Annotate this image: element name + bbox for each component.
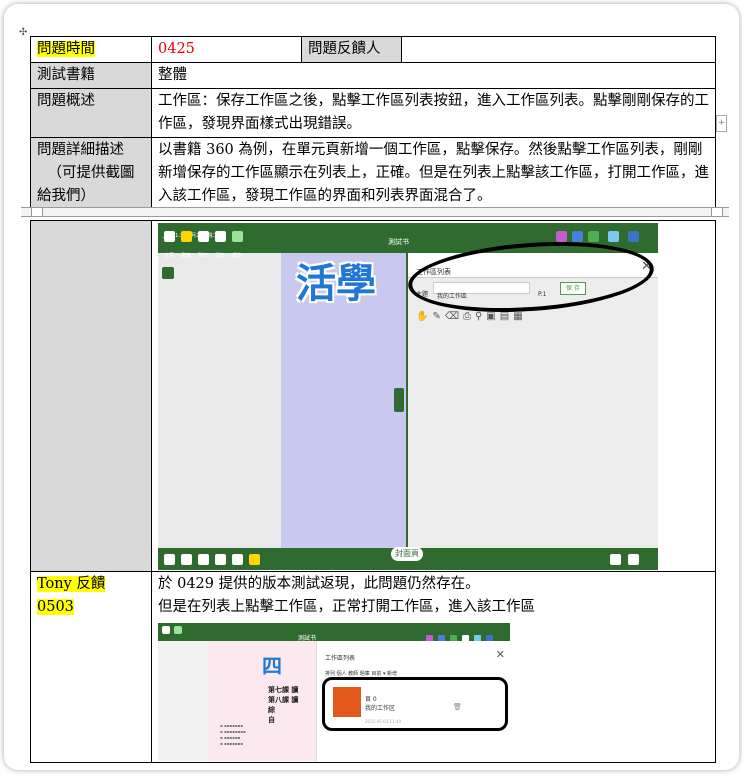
- table-row: 問題時間 0425 問題反饋人: [30, 36, 716, 63]
- link-icon: [198, 554, 209, 565]
- app-icon: [628, 231, 639, 242]
- workspace-thumbnail: [333, 687, 361, 717]
- table-move-handle-icon[interactable]: ✣: [19, 28, 27, 38]
- tool-label: 書籤: [181, 253, 192, 259]
- time-value-cell: 0425: [151, 36, 302, 63]
- detail-label-line: （可提供截圖: [47, 165, 135, 181]
- tool-label: 列印: [198, 253, 209, 259]
- lesson-line: 第七課 讀: [268, 686, 299, 694]
- summary-value: 工作區：保存工作區之後，點擊工作區列表按鈕，進入工作區列表。點擊剛剛保存的工作區…: [151, 88, 716, 138]
- print-icon: [198, 231, 209, 242]
- camera-icon: [215, 554, 226, 565]
- summary-label: 問題概述: [30, 88, 152, 138]
- tony-label-text: Tony 反饋: [37, 576, 106, 592]
- book-label: 測試書籍: [30, 62, 152, 89]
- split-handle[interactable]: [31, 207, 43, 217]
- workspace-date: 2022-05-03 11:44: [365, 719, 402, 724]
- menu-icon: [162, 267, 174, 279]
- tool-label: 報告: [232, 253, 243, 259]
- tony-label-line: Tony 反饋: [37, 573, 145, 596]
- lesson-line: 自: [268, 716, 275, 724]
- report-icon: [232, 231, 243, 242]
- table-row: 問題詳細描述 （可提供截圖 給我們） 以書籍 360 為例，在單元頁新增一個工作…: [30, 137, 716, 210]
- table-row: 上午11:32 4月26日週二 主頁 書籤 列印 記錄 報告 測試书: [30, 220, 716, 572]
- table-row: 測試書籍 整體: [30, 62, 716, 89]
- tool-label: 主頁: [164, 253, 175, 259]
- bookmark-icon: [181, 231, 192, 242]
- table-row: Tony 反饋 0503 於 0429 提供的版本測試返現，此問題仍然存在。 但…: [30, 571, 716, 763]
- reporter-label: 問題反饋人: [301, 36, 402, 63]
- history-icon: [215, 231, 226, 242]
- time-label: 問題時間: [37, 41, 95, 57]
- cover-page-button: 封面頁: [391, 547, 423, 561]
- close-icon: ✕: [495, 648, 505, 661]
- tool-label: 記錄: [215, 253, 226, 259]
- split-handle[interactable]: [711, 207, 723, 217]
- reporter-value[interactable]: [401, 36, 716, 63]
- app-icon: [556, 231, 567, 242]
- screenshot-workspace-list: 測試书 四 第七課 讀 第八課 讀 綜 自 ▪ ▪▪▪▪▪▪▪ ▪ ▪▪▪▪▪▪▪…: [158, 623, 510, 761]
- unit-title: 四: [262, 654, 282, 678]
- time-value: 0425: [158, 41, 195, 57]
- detail-label: 問題詳細描述 （可提供截圖 給我們）: [30, 137, 152, 210]
- workspace-list-panel: 工作區列表 ✕ 排列 個人 教師 題庫 目前 ▾ 新增 頁 0 我的工作区 20…: [316, 641, 510, 761]
- app-icon: [588, 231, 599, 242]
- book-logo: 活學: [296, 261, 376, 307]
- time-label-cell: 問題時間: [30, 36, 152, 63]
- document-page: ✣ 問題時間 0425 問題反饋人 測試書籍 整體 問題概述 工作區：保存工作區…: [4, 4, 739, 770]
- app-icon: [610, 554, 621, 565]
- cloud-icon: [608, 231, 619, 242]
- panel-drag-handle: [394, 388, 404, 412]
- screenshot-workspace-mixed: 上午11:32 4月26日週二 主頁 書籤 列印 記錄 報告 測試书: [158, 223, 658, 570]
- screenshot-label-cell: [30, 220, 152, 572]
- book-value: 整體: [151, 62, 716, 89]
- tony-label-date: 0503: [37, 599, 74, 615]
- app-toolbar: 測試书: [158, 623, 510, 642]
- report-icon: [174, 626, 182, 634]
- detail-label-line: 問題詳細描述: [37, 142, 124, 158]
- lesson-list: 第七課 讀 第八課 讀 綜 自: [268, 685, 298, 725]
- app-title: 測試书: [388, 238, 409, 246]
- tony-label: Tony 反饋 0503: [30, 571, 152, 763]
- tony-feedback-cell: 於 0429 提供的版本測試返現，此問題仍然存在。 但是在列表上點擊工作區，正常…: [151, 571, 716, 763]
- table-row: 問題概述 工作區：保存工作區之後，點擊工作區列表按鈕，進入工作區列表。點擊剛剛保…: [30, 88, 716, 138]
- pen-icon: [181, 554, 192, 565]
- tony-feedback-line: 但是在列表上點擊工作區，正常打開工作區，進入該工作區: [158, 599, 535, 615]
- app-icon: [572, 231, 583, 242]
- workspace-card: 頁 0 我的工作区 2022-05-03 11:44 🗑: [322, 677, 508, 731]
- tony-feedback-line: 於 0429 提供的版本測試返現，此問題仍然存在。: [158, 576, 480, 592]
- sun-icon: [249, 554, 260, 565]
- tony-label-line: 0503: [37, 596, 145, 619]
- table-resize-handle[interactable]: +: [716, 115, 727, 132]
- detail-label-line: 給我們）: [37, 188, 95, 204]
- lesson-line: 綜: [268, 706, 275, 714]
- detail-value: 以書籍 360 為例，在單元頁新增一個工作區，點擊保存。然後點擊工作區列表，剛剛…: [151, 137, 716, 210]
- workspace-icon: [232, 554, 243, 565]
- app-icons: [426, 627, 510, 642]
- document-split-bar[interactable]: [21, 207, 729, 217]
- page-fine-print: ▪ ▪▪▪▪▪▪▪ ▪ ▪▪▪▪▪▪▪▪ ▪ ▪▪▪▪▪▪ ▪ ▪▪▪▪▪▪▪: [220, 723, 246, 746]
- home-icon: [164, 231, 175, 242]
- issue-table: 問題時間 0425 問題反饋人 測試書籍 整體 問題概述 工作區：保存工作區之後…: [30, 36, 716, 763]
- lesson-line: 第八課 讀: [268, 696, 299, 704]
- hand-icon: [164, 554, 175, 565]
- history-icon: [162, 626, 170, 634]
- search-icon: [628, 554, 639, 565]
- screenshot-cell: 上午11:32 4月26日週二 主頁 書籤 列印 記錄 報告 測試书: [151, 220, 716, 572]
- trash-icon: 🗑: [453, 703, 462, 711]
